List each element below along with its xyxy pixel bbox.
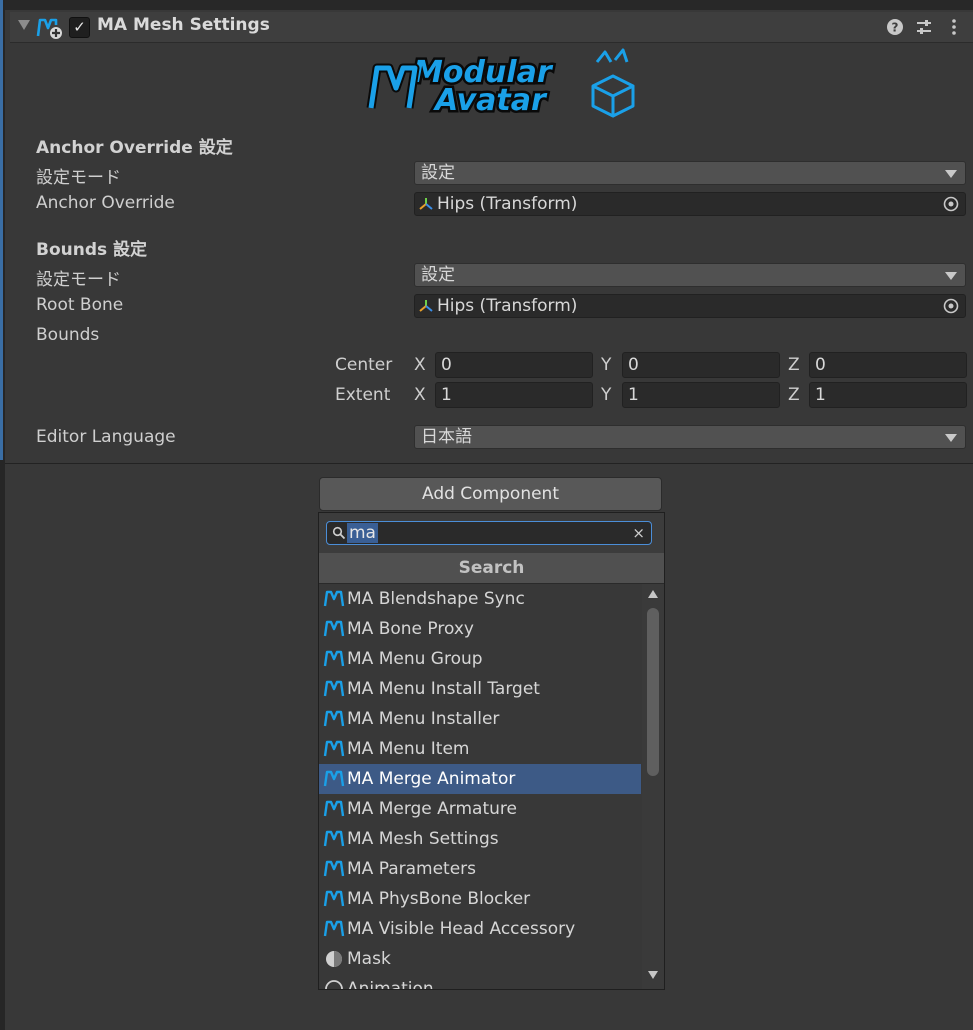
bounds-mode-value: 設定 xyxy=(421,265,455,285)
object-picker-icon[interactable] xyxy=(943,298,959,314)
bounds-mode-dropdown[interactable]: 設定 xyxy=(414,263,966,287)
modular-avatar-icon xyxy=(323,740,345,757)
list-scrollbar[interactable] xyxy=(642,584,664,989)
selection-bar xyxy=(0,0,3,460)
dropdown-arrow-icon xyxy=(945,434,957,442)
editor-language-label: Editor Language xyxy=(36,427,176,447)
center-z-field[interactable]: 0 xyxy=(809,352,967,378)
anchor-override-value: Hips (Transform) xyxy=(437,194,578,214)
scroll-down-icon[interactable] xyxy=(648,971,658,979)
center-y-field[interactable]: 0 xyxy=(622,352,780,378)
top-separator xyxy=(5,0,973,10)
transform-icon xyxy=(419,300,433,312)
component-header[interactable]: ✓ MA Mesh Settings ? xyxy=(10,12,973,43)
list-item[interactable]: Mask xyxy=(319,944,641,974)
dropdown-arrow-icon xyxy=(945,272,957,280)
left-trim xyxy=(0,0,5,1030)
dropdown-arrow-icon xyxy=(945,170,957,178)
add-component-button[interactable]: Add Component xyxy=(319,477,662,511)
list-item[interactable]: MA Menu Installer xyxy=(319,704,641,734)
modular-avatar-icon xyxy=(323,890,345,907)
scroll-up-icon[interactable] xyxy=(648,590,658,598)
modular-avatar-icon xyxy=(323,590,345,607)
list-item-selected[interactable]: MA Merge Animator xyxy=(319,764,641,794)
component-title: MA Mesh Settings xyxy=(97,15,270,35)
list-item[interactable]: MA Menu Install Target xyxy=(319,674,641,704)
modular-avatar-icon xyxy=(323,800,345,817)
list-item[interactable]: Animation xyxy=(319,974,641,989)
search-row: ma × xyxy=(319,513,664,553)
svg-text:?: ? xyxy=(892,21,899,35)
editor-language-dropdown[interactable]: 日本語 xyxy=(414,425,966,449)
anchor-mode-label: 設定モード xyxy=(36,168,121,188)
list-item[interactable]: MA Visible Head Accessory xyxy=(319,914,641,944)
modular-avatar-icon xyxy=(323,650,345,667)
mask-icon xyxy=(326,951,342,967)
object-picker-icon[interactable] xyxy=(943,196,959,212)
center-x-axis-label: X xyxy=(414,355,426,375)
extent-label: Extent xyxy=(335,385,391,405)
modular-avatar-icon xyxy=(323,830,345,847)
modular-avatar-icon xyxy=(323,860,345,877)
extent-x-field[interactable]: 1 xyxy=(435,382,593,408)
list-item[interactable]: MA Bone Proxy xyxy=(319,614,641,644)
extent-x-axis-label: X xyxy=(414,385,426,405)
search-input[interactable]: ma × xyxy=(326,521,652,545)
foldout-arrow-icon[interactable] xyxy=(18,20,30,30)
list-item[interactable]: MA Merge Armature xyxy=(319,794,641,824)
bounds-section-title: Bounds 設定 xyxy=(36,240,148,260)
editor-language-value: 日本語 xyxy=(421,427,472,447)
list-item[interactable]: MA PhysBone Blocker xyxy=(319,884,641,914)
preset-icon[interactable] xyxy=(914,17,934,37)
scroll-thumb[interactable] xyxy=(647,608,659,776)
list-item[interactable]: MA Mesh Settings xyxy=(319,824,641,854)
help-icon[interactable]: ? xyxy=(885,17,905,37)
anchor-override-section-title: Anchor Override 設定 xyxy=(36,138,233,158)
root-bone-value: Hips (Transform) xyxy=(437,296,578,316)
extent-z-axis-label: Z xyxy=(788,385,800,405)
add-component-popup: ma × Search MA Blendshape Sync MA Bone P… xyxy=(318,512,665,990)
list-item[interactable]: MA Parameters xyxy=(319,854,641,884)
anchor-override-field[interactable]: Hips (Transform) xyxy=(414,192,966,216)
inspector-divider xyxy=(5,463,973,464)
transform-icon xyxy=(419,198,433,210)
center-x-field[interactable]: 0 xyxy=(435,352,593,378)
center-y-axis-label: Y xyxy=(601,355,612,375)
modular-avatar-icon xyxy=(323,710,345,727)
modular-avatar-icon xyxy=(323,920,345,937)
anchor-mode-value: 設定 xyxy=(421,163,455,183)
anchor-override-label: Anchor Override xyxy=(36,193,175,213)
root-bone-field[interactable]: Hips (Transform) xyxy=(414,294,966,318)
clear-icon[interactable]: × xyxy=(632,523,645,543)
anchor-mode-dropdown[interactable]: 設定 xyxy=(414,161,966,185)
search-icon xyxy=(332,526,346,540)
component-list: MA Blendshape Sync MA Bone Proxy MA Menu… xyxy=(319,584,642,989)
center-z-axis-label: Z xyxy=(788,355,800,375)
root-bone-label: Root Bone xyxy=(36,295,124,315)
list-item[interactable]: MA Menu Group xyxy=(319,644,641,674)
center-label: Center xyxy=(335,355,393,375)
list-item[interactable]: MA Menu Item xyxy=(319,734,641,764)
extent-y-axis-label: Y xyxy=(601,385,612,405)
modular-avatar-icon xyxy=(323,620,345,637)
animation-icon xyxy=(325,980,343,989)
extent-z-field[interactable]: 1 xyxy=(809,382,967,408)
modular-avatar-icon xyxy=(323,680,345,697)
kebab-menu-icon[interactable] xyxy=(944,17,964,37)
list-item[interactable]: MA Blendshape Sync xyxy=(319,584,641,614)
modular-avatar-icon xyxy=(36,18,62,39)
search-text: ma xyxy=(347,523,378,543)
modular-avatar-logo: Modular Avatar xyxy=(366,48,635,118)
search-header: Search xyxy=(319,553,664,584)
modular-avatar-icon xyxy=(323,770,345,787)
extent-y-field[interactable]: 1 xyxy=(622,382,780,408)
logo-line2: Avatar xyxy=(433,83,548,118)
enabled-checkbox[interactable]: ✓ xyxy=(69,17,90,38)
bounds-label: Bounds xyxy=(36,325,100,345)
bounds-mode-label: 設定モード xyxy=(36,270,121,290)
